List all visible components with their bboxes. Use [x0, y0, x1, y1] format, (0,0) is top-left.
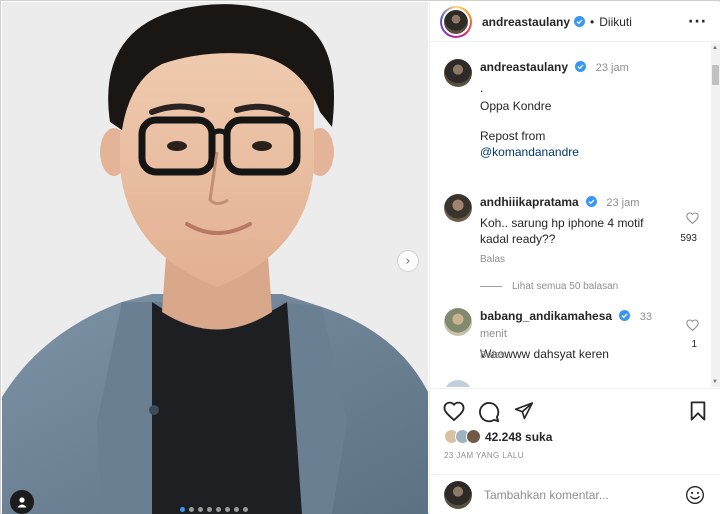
comments-scrollbar[interactable]: ▲ ▼ [711, 43, 720, 387]
commenter-avatar[interactable] [444, 194, 472, 222]
author-username[interactable]: andreastaulany [482, 15, 570, 29]
next-slide-button[interactable]: › [397, 250, 419, 272]
commenter-username[interactable]: andhiiikapratama [480, 195, 579, 209]
verified-badge-icon [575, 61, 587, 72]
caption-time: 23 jam [595, 62, 629, 74]
like-count[interactable]: 42.248 suka [485, 430, 552, 444]
tagged-users-button[interactable] [10, 490, 34, 514]
share-send-icon[interactable] [514, 401, 534, 420]
author-avatar-story-ring[interactable] [440, 5, 472, 38]
scroll-down-arrow-icon[interactable]: ▼ [712, 379, 718, 385]
chevron-right-icon: › [405, 253, 411, 269]
more-options-icon[interactable]: ··· [688, 14, 707, 30]
caption-line-2: Oppa Kondre [480, 99, 552, 113]
comment-row-partial [444, 380, 472, 387]
verified-badge-icon [574, 16, 586, 27]
carousel-dot [207, 507, 212, 512]
comment-like-count: 1 [691, 339, 697, 350]
portrait-image [2, 2, 428, 514]
commenter-username[interactable]: babang_andikamahesa [480, 309, 612, 323]
caption-mention-link[interactable]: @komandanandre [480, 144, 702, 160]
verified-badge-icon [619, 310, 631, 321]
author-avatar [444, 9, 468, 34]
post-photo[interactable]: › [2, 2, 428, 514]
like-heart-icon[interactable] [443, 401, 465, 421]
carousel-dot [234, 507, 239, 512]
view-replies-label: Lihat semua 50 balasan [512, 281, 619, 292]
liked-by-summary[interactable]: 42.248 suka [444, 429, 552, 444]
heart-icon[interactable] [686, 212, 699, 224]
save-bookmark-icon[interactable] [689, 401, 707, 421]
header-separator: • [590, 14, 595, 29]
post-actions-bar: 42.248 suka 23 JAM YANG LALU [430, 388, 720, 474]
current-user-avatar [444, 480, 472, 509]
comment-text: Waowww dahsyat keren [480, 347, 609, 361]
post-timestamp: 23 JAM YANG LALU [444, 451, 524, 460]
carousel-dot [180, 507, 185, 512]
commenter-avatar[interactable] [444, 308, 472, 336]
reply-button[interactable]: Balas [480, 350, 505, 361]
comment-time: 23 jam [606, 197, 640, 209]
carousel-dot [225, 507, 230, 512]
carousel-indicator [180, 507, 248, 512]
scroll-up-arrow-icon[interactable]: ▲ [712, 45, 718, 51]
emoji-icon[interactable] [685, 485, 705, 505]
caption-author-avatar[interactable] [444, 59, 472, 87]
post-window: › andreastaulany • Diikuti ··· andreasta… [0, 0, 720, 514]
comment-text: Koh.. sarung hp iphone 4 motif kadal rea… [480, 216, 644, 246]
heart-icon[interactable] [686, 319, 699, 331]
carousel-dot [243, 507, 248, 512]
verified-badge-icon [586, 196, 598, 207]
view-replies-button[interactable]: Lihat semua 50 balasan [480, 281, 618, 292]
follow-status-button[interactable]: Diikuti [599, 15, 632, 29]
comment-like-count: 593 [680, 233, 697, 244]
post-side-panel: andreastaulany • Diikuti ··· andreastaul… [429, 2, 720, 514]
comment-composer [430, 474, 720, 514]
caption-line-1: . [480, 81, 484, 95]
add-comment-input[interactable] [484, 487, 664, 502]
scrollbar-thumb[interactable] [712, 65, 719, 85]
liker-avatar [466, 429, 481, 444]
carousel-dot [198, 507, 203, 512]
comments-list[interactable]: andreastaulany 23 jam . Oppa Kondre Repo… [430, 43, 720, 387]
carousel-dot [216, 507, 221, 512]
comment-row: andhiiikapratama 23 jam Koh.. sarung hp … [444, 194, 670, 247]
carousel-dot [189, 507, 194, 512]
commenter-avatar[interactable] [444, 380, 472, 387]
reply-button[interactable]: Balas [480, 254, 505, 265]
caption-row: andreastaulany 23 jam . Oppa Kondre Repo… [444, 59, 702, 160]
caption-line-3: Repost from [480, 129, 546, 143]
post-header: andreastaulany • Diikuti ··· [430, 2, 720, 42]
comment-bubble-icon[interactable] [478, 401, 500, 423]
caption-username[interactable]: andreastaulany [480, 60, 568, 74]
user-icon [17, 497, 27, 508]
